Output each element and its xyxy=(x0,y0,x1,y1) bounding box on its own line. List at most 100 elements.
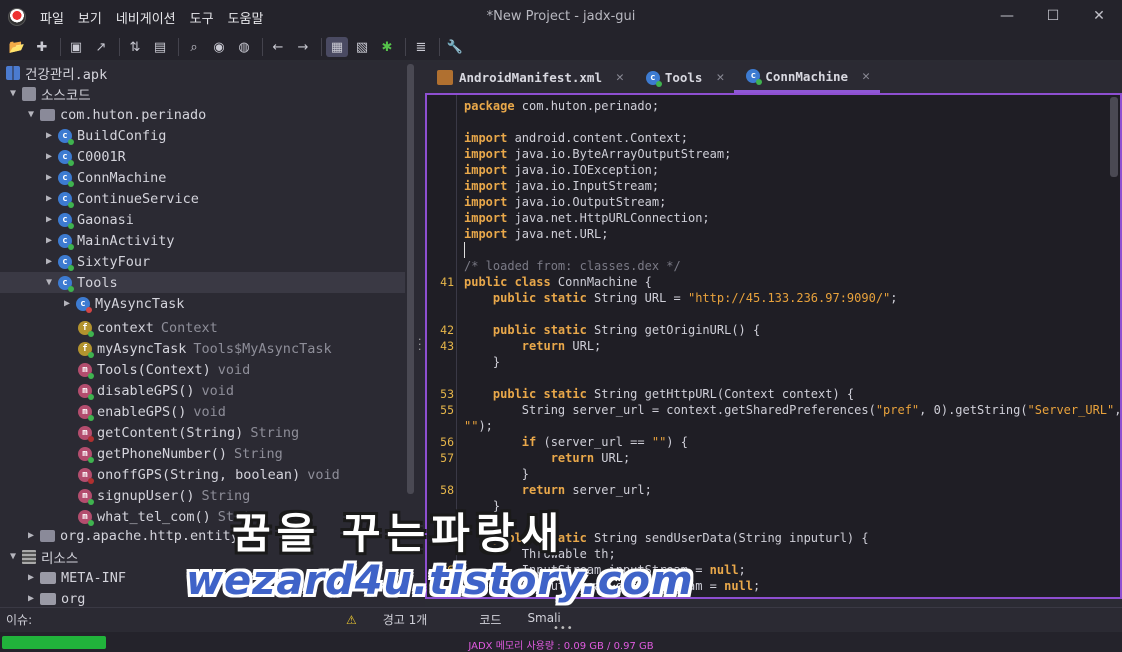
forward-icon[interactable]: → xyxy=(292,37,314,57)
tree-folder-item[interactable]: ▶ META-INF xyxy=(24,567,126,588)
code-line[interactable]: ""); xyxy=(427,418,1107,434)
tree-resources-root[interactable]: ▼ 리소스 xyxy=(6,546,78,567)
tree-method-item[interactable]: m getContent(String) String xyxy=(78,422,299,443)
tree-class-item[interactable]: ▶ c MainActivity xyxy=(42,230,175,251)
tab-tools[interactable]: c Tools ✕ xyxy=(634,62,734,93)
tree-field-item[interactable]: f context Context xyxy=(78,317,218,338)
close-tab-icon[interactable]: ✕ xyxy=(616,70,624,85)
tree-field-item[interactable]: f myAsyncTask Tools$MyAsyncTask xyxy=(78,338,332,359)
code-line[interactable] xyxy=(427,114,1107,130)
code-line[interactable]: import java.io.ByteArrayOutputStream; xyxy=(427,146,1107,162)
collapsed-arrow-icon[interactable]: ▶ xyxy=(42,130,56,141)
code-line[interactable]: } xyxy=(427,354,1107,370)
code-line[interactable]: import java.io.InputStream; xyxy=(427,178,1107,194)
code-line[interactable]: import android.content.Context; xyxy=(427,130,1107,146)
tree-class-item[interactable]: ▶ c C0001R xyxy=(42,146,126,167)
back-icon[interactable]: ← xyxy=(267,37,289,57)
menu-view[interactable]: 보기 xyxy=(78,8,102,27)
code-line[interactable]: public static String URL = "http://45.13… xyxy=(427,290,1107,306)
tree-method-item[interactable]: m onoffGPS(String, boolean) void xyxy=(78,464,340,485)
collapsed-arrow-icon[interactable]: ▶ xyxy=(42,172,56,183)
tree-folder-item[interactable]: ▶ org xyxy=(24,588,85,607)
search-icon[interactable]: ⌕ xyxy=(183,37,205,57)
expanded-arrow-icon[interactable]: ▼ xyxy=(6,551,20,562)
collapsed-arrow-icon[interactable]: ▶ xyxy=(42,151,56,162)
tree-package[interactable]: ▼ com.huton.perinado xyxy=(24,104,206,125)
expanded-arrow-icon[interactable]: ▼ xyxy=(6,88,20,99)
collapsed-arrow-icon[interactable]: ▶ xyxy=(42,235,56,246)
collapsed-arrow-icon[interactable]: ▶ xyxy=(60,298,74,309)
tree-class-item[interactable]: ▶ c SixtyFour xyxy=(42,251,150,272)
preferences-icon[interactable]: 🔧 xyxy=(444,37,466,57)
code-line[interactable]: import java.net.URL; xyxy=(427,226,1107,242)
flatten-packages-icon[interactable]: ▤ xyxy=(149,37,171,57)
tree-class-item[interactable]: ▶ c Gaonasi xyxy=(42,209,134,230)
tree-source-root[interactable]: ▼ 소스코드 xyxy=(6,83,91,104)
collapsed-arrow-icon[interactable]: ▶ xyxy=(24,572,38,583)
warnings-button[interactable]: ⚠ 경고 1개 xyxy=(346,611,453,628)
open-file-icon[interactable]: 📂 xyxy=(6,37,28,57)
tab-connmachine[interactable]: c ConnMachine ✕ xyxy=(734,62,880,93)
save-icon[interactable]: ▣ xyxy=(65,37,87,57)
tree-method-item[interactable]: m getPhoneNumber() String xyxy=(78,443,283,464)
menu-tools[interactable]: 도구 xyxy=(190,8,214,27)
logcat-icon[interactable]: ▧ xyxy=(351,37,373,57)
code-line[interactable] xyxy=(427,306,1107,322)
tree-apk[interactable]: 건강관리.apk xyxy=(6,62,107,83)
code-line[interactable]: 56 if (server_url == "") { xyxy=(427,434,1107,450)
minimize-button[interactable]: — xyxy=(984,0,1030,34)
add-file-icon[interactable]: ✚ xyxy=(31,37,53,57)
menu-file[interactable]: 파일 xyxy=(40,8,64,27)
log-icon[interactable]: ≣ xyxy=(410,37,432,57)
code-line[interactable]: 58 return server_url; xyxy=(427,482,1107,498)
tree-class-item[interactable]: ▶ c BuildConfig xyxy=(42,125,166,146)
expanded-arrow-icon[interactable]: ▼ xyxy=(24,109,38,120)
tree-method-item[interactable]: m Tools(Context) void xyxy=(78,359,250,380)
tree-class-item[interactable]: ▶ c ContinueService xyxy=(42,188,199,209)
code-line[interactable]: import java.io.OutputStream; xyxy=(427,194,1107,210)
code-line[interactable] xyxy=(427,242,1107,258)
tree-inner-class[interactable]: ▶ c MyAsyncTask xyxy=(60,293,184,314)
code-line[interactable]: /* loaded from: classes.dex */ xyxy=(427,258,1107,274)
tree-class-item[interactable]: ▶ c ConnMachine xyxy=(42,167,166,188)
export-icon[interactable]: ↗ xyxy=(90,37,112,57)
tab-androidmanifest[interactable]: AndroidManifest.xml ✕ xyxy=(425,62,634,93)
code-line[interactable]: import java.io.IOException; xyxy=(427,162,1107,178)
maximize-button[interactable]: ☐ xyxy=(1030,0,1076,34)
tab-code[interactable]: 코드 xyxy=(479,611,501,628)
tree-method-item[interactable]: m signupUser() String xyxy=(78,485,250,506)
editor-scrollbar-thumb[interactable] xyxy=(1110,97,1118,177)
code-line[interactable]: 55 String server_url = context.getShared… xyxy=(427,402,1120,418)
tree-package-item[interactable]: ▶ org.apache.http.entity xyxy=(24,525,239,546)
sync-icon[interactable]: ⇅ xyxy=(124,37,146,57)
collapsed-arrow-icon[interactable]: ▶ xyxy=(42,193,56,204)
collapsed-arrow-icon[interactable]: ▶ xyxy=(24,593,38,604)
collapsed-arrow-icon[interactable]: ▶ xyxy=(24,530,38,541)
code-line[interactable]: } xyxy=(427,466,1107,482)
collapsed-arrow-icon[interactable]: ▶ xyxy=(42,214,56,225)
tree-class-item-selected[interactable]: ▼ c Tools xyxy=(0,272,405,293)
code-line[interactable]: 41 public class ConnMachine { xyxy=(427,274,1107,290)
menu-help[interactable]: 도움말 xyxy=(228,8,264,27)
code-line[interactable]: import java.net.HttpURLConnection; xyxy=(427,210,1107,226)
code-line[interactable]: 42 public static String getOriginURL() { xyxy=(427,322,1107,338)
code-line[interactable]: 57 return URL; xyxy=(427,450,1107,466)
close-tab-icon[interactable]: ✕ xyxy=(862,69,870,84)
splitter-grip-icon[interactable]: · · · xyxy=(418,334,422,355)
deobfuscation-icon[interactable]: ◍ xyxy=(233,37,255,57)
expanded-arrow-icon[interactable]: ▼ xyxy=(42,277,56,288)
code-line[interactable] xyxy=(427,370,1107,386)
menu-navigation[interactable]: 네비게이션 xyxy=(116,8,176,27)
debug-icon[interactable]: ✱ xyxy=(376,37,398,57)
find-usage-icon[interactable]: ◉ xyxy=(208,37,230,57)
code-line[interactable]: 53 public static String getHttpURL(Conte… xyxy=(427,386,1107,402)
close-window-button[interactable]: ✕ xyxy=(1076,0,1122,34)
collapsed-arrow-icon[interactable]: ▶ xyxy=(42,256,56,267)
code-line[interactable]: 43 return URL; xyxy=(427,338,1107,354)
close-tab-icon[interactable]: ✕ xyxy=(716,70,724,85)
code-line[interactable]: package com.huton.perinado; xyxy=(427,98,1107,114)
quark-icon[interactable]: ▦ xyxy=(326,37,348,57)
tree-method-item[interactable]: m enableGPS() void xyxy=(78,401,226,422)
tree-scrollbar-thumb[interactable] xyxy=(407,64,414,494)
tree-method-item[interactable]: m disableGPS() void xyxy=(78,380,234,401)
